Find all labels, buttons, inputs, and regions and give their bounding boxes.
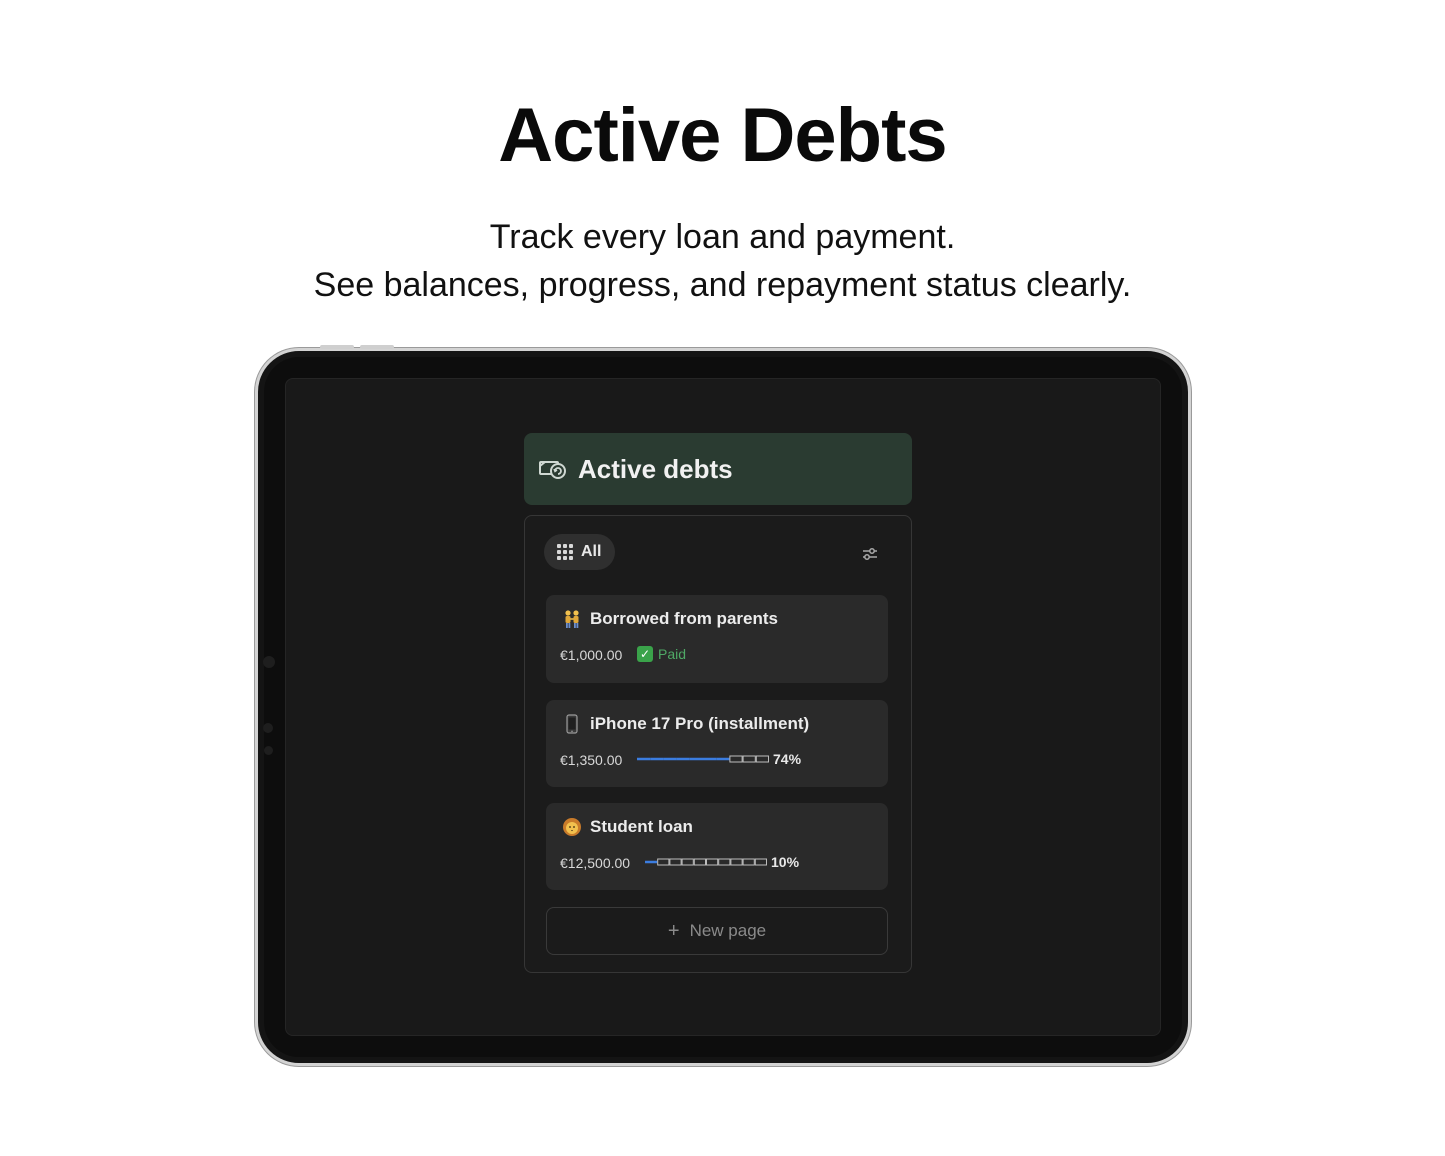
debt-card-title-row: iPhone 17 Pro (installment) — [562, 714, 809, 734]
status-label: Paid — [658, 646, 687, 662]
progress-empty-segment — [755, 755, 769, 763]
progress-empty-segment — [681, 858, 694, 866]
page-header: Active debts — [524, 433, 912, 505]
debt-amount: €12,500.00 — [560, 855, 631, 871]
debt-card[interactable]: Borrowed from parents €1,000.00 ✓ Paid — [546, 595, 888, 683]
hero-subtitle-line1: Track every loan and payment. — [489, 218, 956, 256]
grid-icon — [557, 544, 573, 560]
progress-percent: 74% — [773, 751, 802, 767]
debt-title: Borrowed from parents — [590, 609, 778, 628]
progress-empty-segment — [729, 755, 743, 763]
hero-title: Active Debts — [498, 93, 947, 178]
debt-card-title-row: Student loan — [562, 817, 693, 837]
debt-title: iPhone 17 Pro (installment) — [590, 714, 810, 733]
camera-dot — [263, 656, 275, 668]
new-page-label: New page — [689, 921, 767, 940]
progress-empty-segment — [754, 858, 767, 866]
camera-dot — [263, 723, 273, 733]
progress-bar: 10% — [645, 854, 799, 870]
progress-bar-graphic — [637, 755, 769, 763]
check-mark-icon: ✓ — [637, 646, 653, 662]
progress-empty-segment — [730, 858, 743, 866]
progress-empty-segment — [742, 755, 756, 763]
progress-empty-segment — [742, 858, 755, 866]
view-tab-label: All — [581, 543, 602, 560]
filter-settings-icon[interactable] — [860, 544, 880, 564]
new-page-button[interactable]: + New page — [546, 907, 888, 955]
camera-dot — [264, 746, 273, 755]
progress-empty-segment — [693, 858, 706, 866]
debt-card-title-row: Borrowed from parents — [562, 609, 778, 629]
debt-card[interactable]: iPhone 17 Pro (installment) €1,350.00 74… — [546, 700, 888, 787]
tablet-top-button — [360, 345, 394, 349]
mobile-phone-icon — [566, 714, 578, 734]
debt-card[interactable]: Student loan €12,500.00 10% — [546, 803, 888, 890]
page-title: Active debts — [578, 453, 733, 484]
debt-amount: €1,000.00 — [560, 647, 623, 663]
view-tab-all[interactable]: All — [544, 534, 615, 570]
tablet-top-button — [320, 345, 354, 349]
progress-percent: 10% — [771, 854, 800, 870]
debt-amount: €1,350.00 — [560, 752, 623, 768]
hero-subtitle-line2: See balances, progress, and repayment st… — [313, 266, 1132, 304]
status-badge: ✓ Paid — [637, 646, 686, 662]
debt-title: Student loan — [590, 817, 693, 836]
lion-face-icon — [563, 818, 581, 836]
progress-empty-segment — [657, 858, 670, 866]
progress-empty-segment — [706, 858, 719, 866]
people-holding-hands-icon — [565, 610, 579, 628]
progress-empty-segment — [718, 858, 731, 866]
plus-icon: + — [667, 919, 680, 942]
progress-empty-segment — [669, 858, 682, 866]
progress-bar: 74% — [637, 751, 801, 767]
money-return-icon — [539, 461, 566, 479]
progress-bar-graphic — [645, 858, 767, 866]
